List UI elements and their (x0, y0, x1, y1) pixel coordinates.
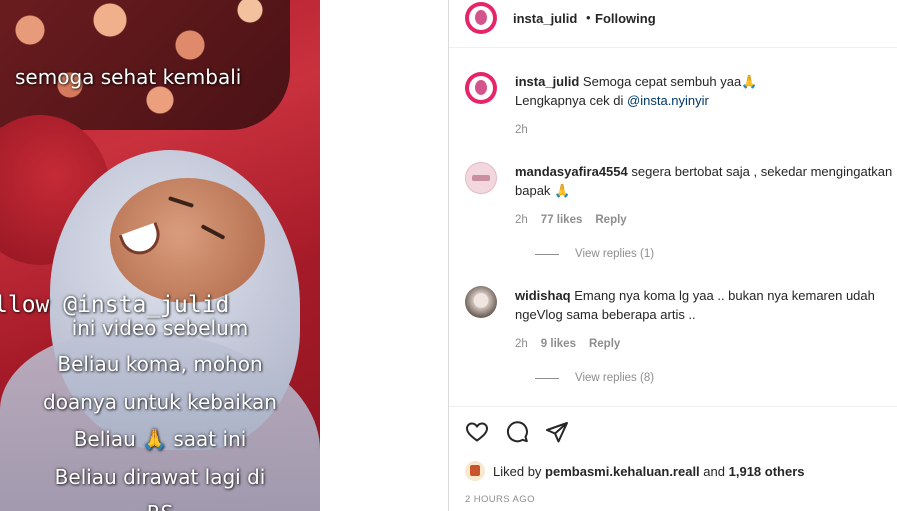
mention-link[interactable]: @insta.nyinyir (627, 93, 709, 108)
view-replies-button[interactable]: View replies (1) (535, 248, 654, 260)
comment-likes[interactable]: 77 likes (541, 214, 583, 226)
media-caption-line: doanya untuk kebaikan (43, 390, 277, 414)
comment-icon[interactable] (505, 420, 529, 444)
comment-text: insta_julid Semoga cepat sembuh yaa🙏 Len… (515, 72, 895, 110)
comment-time[interactable]: 2h (515, 124, 528, 136)
commenter-avatar[interactable] (465, 72, 497, 104)
likes-count[interactable]: 1,918 others (729, 464, 805, 479)
comment-body: Semoga cepat sembuh yaa🙏 (582, 74, 758, 89)
author-username[interactable]: insta_julid (513, 11, 577, 26)
reply-button[interactable]: Reply (589, 338, 620, 350)
reply-button[interactable]: Reply (595, 214, 626, 226)
post-media[interactable]: semoga sehat kembali llow @insta_julid i… (0, 0, 320, 511)
view-replies-button[interactable]: View replies (8) (535, 372, 654, 384)
post-timestamp[interactable]: 2 HOURS AGO (465, 494, 535, 505)
comment-likes[interactable]: 9 likes (541, 338, 576, 350)
actions-divider (449, 406, 897, 407)
liked-by: Liked by pembasmi.kehaluan.reall and 1,9… (465, 461, 805, 481)
liked-by-middle: and (703, 463, 725, 479)
comment-time[interactable]: 2h (515, 214, 528, 226)
comment-time[interactable]: 2h (515, 338, 528, 350)
author-avatar[interactable] (465, 2, 497, 34)
post-actions (465, 420, 569, 444)
liker-username[interactable]: pembasmi.kehaluan.reall (545, 464, 700, 479)
commenter-username[interactable]: insta_julid (515, 74, 579, 89)
view-replies-label: View replies (8) (575, 372, 655, 384)
post-header: insta_julid • Following (449, 0, 897, 48)
media-caption-line: Beliau koma, mohon (57, 352, 263, 376)
view-replies-label: View replies (1) (575, 248, 655, 260)
comment-text: widishaq Emang nya koma lg yaa .. bukan … (515, 286, 895, 324)
commenter-avatar[interactable] (465, 286, 497, 318)
share-icon[interactable] (545, 420, 569, 444)
media-caption-top: semoga sehat kembali (15, 65, 242, 89)
comment-meta: 2h 9 likes Reply (515, 338, 620, 350)
commenter-avatar[interactable] (465, 162, 497, 194)
replies-line (535, 253, 559, 255)
liked-by-prefix: Liked by (493, 463, 542, 479)
commenter-username[interactable]: mandasyafira4554 (515, 164, 628, 179)
post-details-panel: insta_julid • Following insta_julid Semo… (449, 0, 897, 511)
media-caption-line: ini video sebelum (71, 316, 249, 340)
comment-text: mandasyafira4554 segera bertobat saja , … (515, 162, 895, 200)
media-caption-line: Beliau 🙏 saat ini (73, 427, 247, 451)
replies-line (535, 377, 559, 379)
comment-body-line2: Lengkapnya cek di (515, 93, 628, 108)
liker-avatar[interactable] (465, 461, 485, 481)
comment-meta: 2h (515, 124, 528, 136)
separator-dot: • (586, 10, 591, 25)
media-caption-follow: llow @insta_julid (0, 292, 230, 318)
heart-icon[interactable] (465, 420, 489, 444)
following-button[interactable]: Following (595, 11, 656, 26)
media-caption-line: RS (0, 501, 320, 511)
comment-meta: 2h 77 likes Reply (515, 214, 627, 226)
media-caption-line: Beliau dirawat lagi di (54, 465, 266, 489)
commenter-username[interactable]: widishaq (515, 288, 571, 303)
